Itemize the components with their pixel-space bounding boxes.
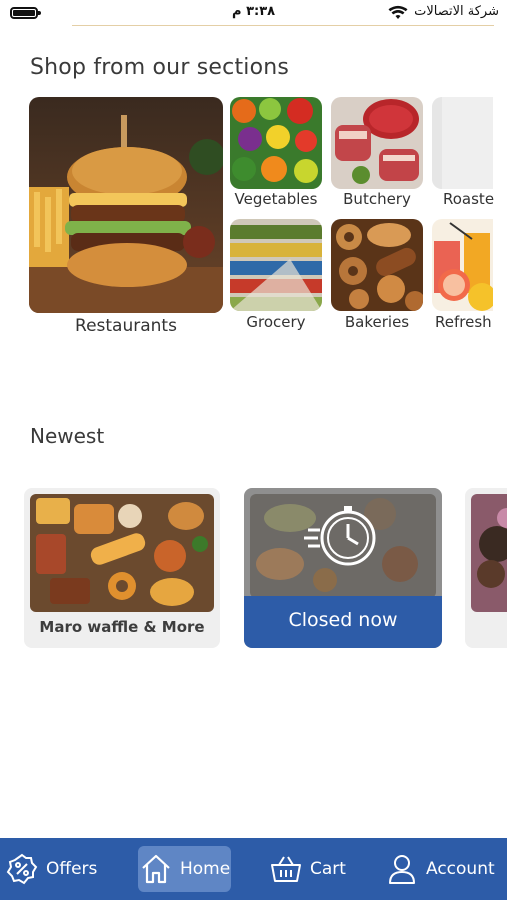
status-time: ٣:٣٨ م [232, 4, 276, 19]
newest-card-maro[interactable]: Maro waffle & More [24, 488, 220, 648]
partial-store-image [471, 494, 507, 612]
offers-icon [6, 853, 38, 885]
newest-card-partial[interactable] [465, 488, 507, 648]
category-restaurants-image[interactable] [29, 97, 223, 313]
category-refresh-label[interactable]: Refresh [435, 313, 492, 331]
category-refresh-image[interactable] [432, 219, 493, 311]
card-name-maro: Maro waffle & More [39, 618, 205, 636]
category-bakeries-image[interactable] [331, 219, 423, 311]
account-icon [389, 855, 415, 884]
maro-food-image [30, 494, 214, 612]
category-vegetables-image[interactable] [230, 97, 322, 189]
category-butchery-image[interactable] [331, 97, 423, 189]
nav-account[interactable]: Account [386, 838, 495, 900]
cart-icon [271, 856, 301, 882]
category-butchery-label[interactable]: Butchery [327, 190, 427, 208]
category-grocery-image[interactable] [230, 219, 322, 311]
category-roaste-image[interactable] [432, 97, 493, 189]
status-bar: ٣:٣٨ م شركة الاتصالات [0, 0, 507, 26]
nav-account-label: Account [426, 859, 495, 879]
category-bakeries-label[interactable]: Bakeries [327, 313, 427, 331]
category-roaste-label[interactable]: Roaste [443, 190, 494, 208]
status-divider [72, 25, 494, 26]
wifi-icon [388, 5, 408, 19]
closed-now-badge: Closed now [244, 596, 442, 648]
nav-cart-label: Cart [310, 859, 346, 879]
category-restaurants-label[interactable]: Restaurants [29, 316, 223, 336]
category-grocery-label[interactable]: Grocery [226, 313, 326, 331]
newest-title: Newest [30, 424, 105, 448]
home-icon [142, 854, 170, 884]
nav-offers-label: Offers [46, 859, 98, 879]
nav-cart[interactable]: Cart [270, 838, 346, 900]
carrier-name: شركة الاتصالات [414, 4, 499, 19]
sections-title: Shop from our sections [30, 55, 290, 80]
battery-icon [10, 7, 41, 19]
newest-card-closed[interactable]: Closed now [244, 488, 442, 648]
category-vegetables-label[interactable]: Vegetables [226, 190, 326, 208]
nav-home[interactable]: Home [140, 838, 230, 900]
bottom-nav: Offers Home Cart Account [0, 838, 507, 900]
closed-store-image [250, 494, 436, 598]
nav-home-label: Home [180, 859, 231, 879]
nav-offers[interactable]: Offers [6, 838, 97, 900]
